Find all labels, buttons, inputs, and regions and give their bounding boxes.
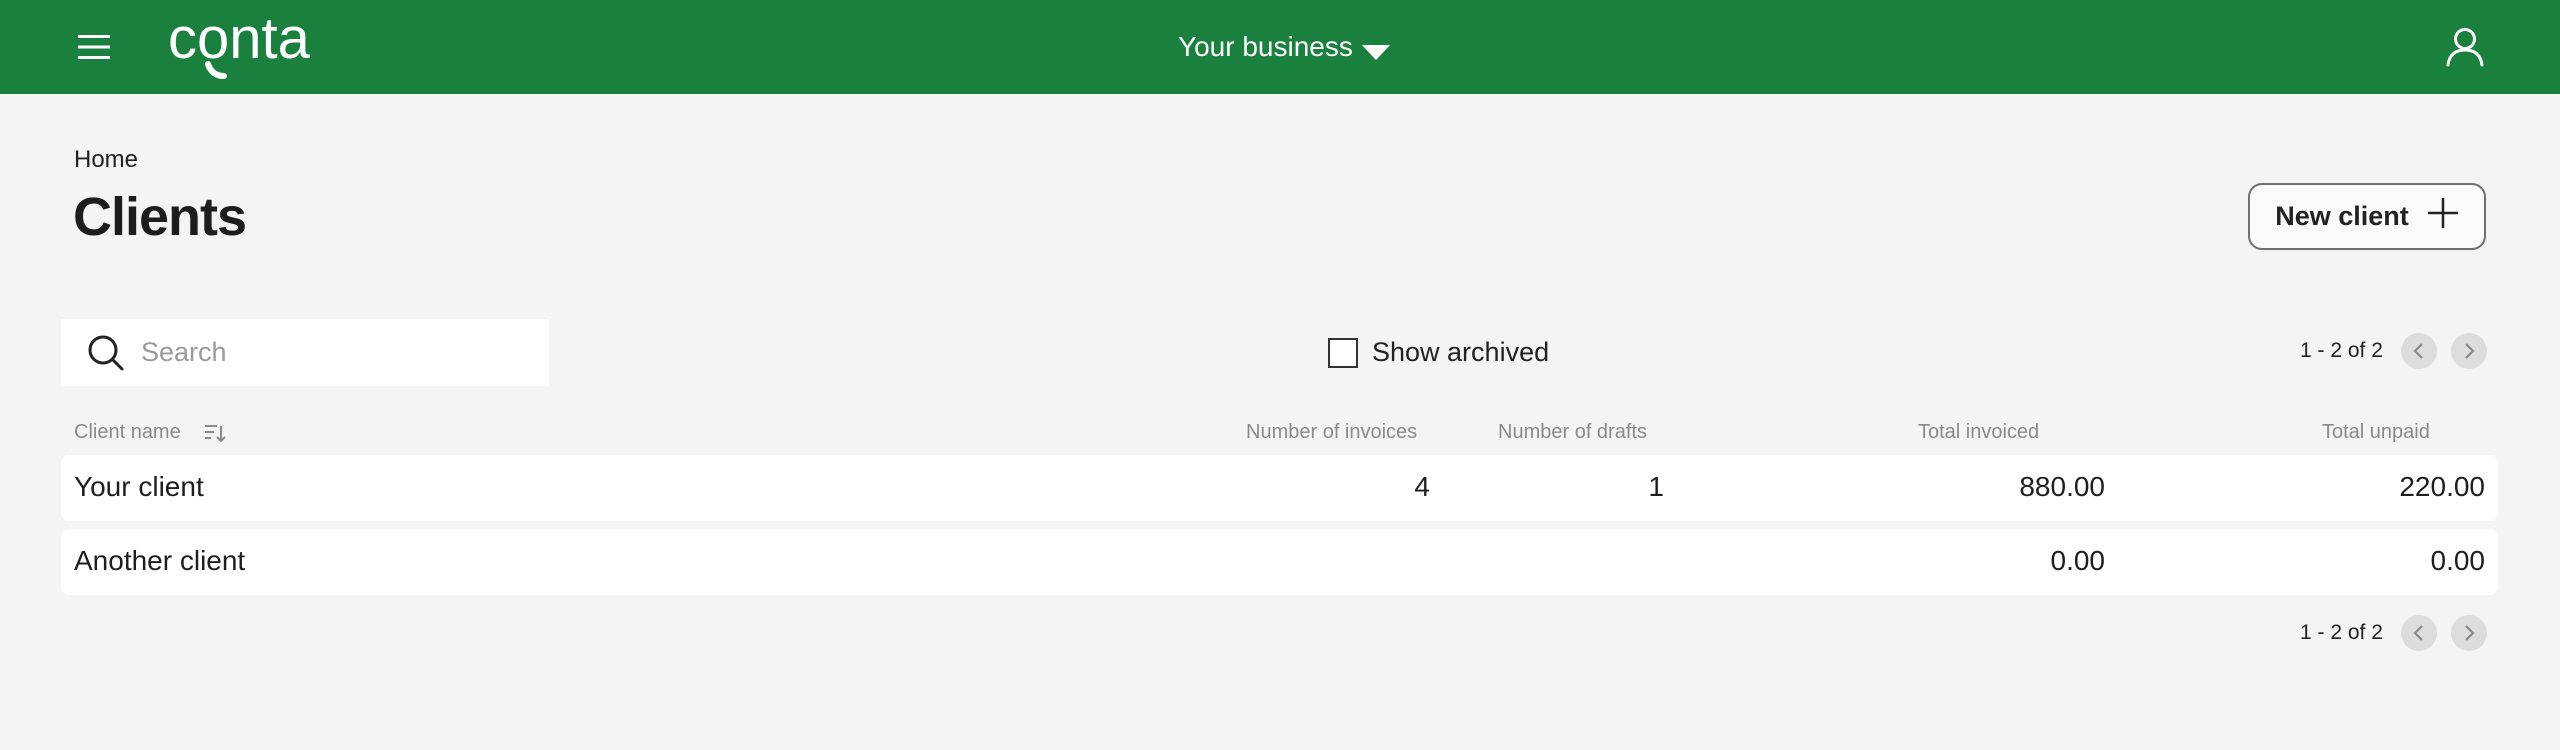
logo-text: conta bbox=[168, 14, 311, 71]
client-name-header-label: Client name bbox=[74, 421, 181, 443]
pagination-bottom: 1 - 2 of 2 bbox=[2300, 615, 2487, 651]
search-icon bbox=[87, 334, 125, 372]
column-header-number-of-invoices: Number of invoices bbox=[1246, 421, 1418, 443]
total-invoiced-cell: 0.00 bbox=[2050, 545, 2106, 576]
search-input[interactable] bbox=[141, 337, 521, 368]
chevron-left-icon[interactable] bbox=[2400, 615, 2437, 651]
search-box[interactable] bbox=[61, 319, 549, 386]
table-row[interactable]: Another client 0.00 0.00 bbox=[61, 529, 2498, 595]
top-bar: conta Your business bbox=[0, 0, 2560, 94]
show-archived-checkbox[interactable] bbox=[1328, 337, 1358, 368]
breadcrumb-home[interactable]: Home bbox=[74, 146, 138, 174]
client-name-cell: Your client bbox=[74, 471, 204, 502]
pagination-label: 1 - 2 of 2 bbox=[2300, 339, 2383, 362]
chevron-left-icon[interactable] bbox=[2400, 333, 2437, 369]
user-icon[interactable] bbox=[2446, 27, 2484, 67]
new-client-label: New client bbox=[2275, 201, 2409, 231]
caret-down-icon bbox=[1361, 37, 1391, 60]
show-archived-toggle[interactable]: Show archived bbox=[1328, 337, 1549, 368]
hamburger-icon[interactable] bbox=[78, 34, 110, 60]
chevron-right-icon[interactable] bbox=[2450, 615, 2487, 651]
table-row[interactable]: Your client 4 1 880.00 220.00 bbox=[61, 455, 2498, 521]
invoice-count-cell: 4 bbox=[1414, 471, 1430, 502]
sort-icon[interactable] bbox=[204, 423, 226, 443]
column-header-total-unpaid: Total unpaid bbox=[2322, 421, 2430, 443]
plus-icon bbox=[2427, 197, 2459, 236]
column-header-number-of-drafts: Number of drafts bbox=[1498, 421, 1647, 443]
pagination-label: 1 - 2 of 2 bbox=[2300, 621, 2383, 644]
business-label: Your business bbox=[1178, 31, 1353, 62]
total-invoiced-cell: 880.00 bbox=[2019, 471, 2105, 502]
new-client-button[interactable]: New client bbox=[2248, 183, 2486, 250]
pagination-top: 1 - 2 of 2 bbox=[2300, 333, 2487, 369]
total-unpaid-cell: 220.00 bbox=[2399, 471, 2485, 502]
column-header-total-invoiced: Total invoiced bbox=[1918, 421, 2040, 443]
draft-count-cell: 1 bbox=[1648, 471, 1664, 502]
page-title: Clients bbox=[73, 187, 247, 247]
business-selector[interactable]: Your business bbox=[1178, 29, 1391, 65]
conta-logo[interactable]: conta bbox=[168, 6, 338, 85]
chevron-right-icon[interactable] bbox=[2450, 333, 2487, 369]
total-unpaid-cell: 0.00 bbox=[2430, 545, 2486, 576]
client-name-cell: Another client bbox=[74, 545, 246, 576]
column-header-client-name[interactable]: Client name bbox=[74, 421, 226, 444]
show-archived-label: Show archived bbox=[1372, 337, 1550, 367]
